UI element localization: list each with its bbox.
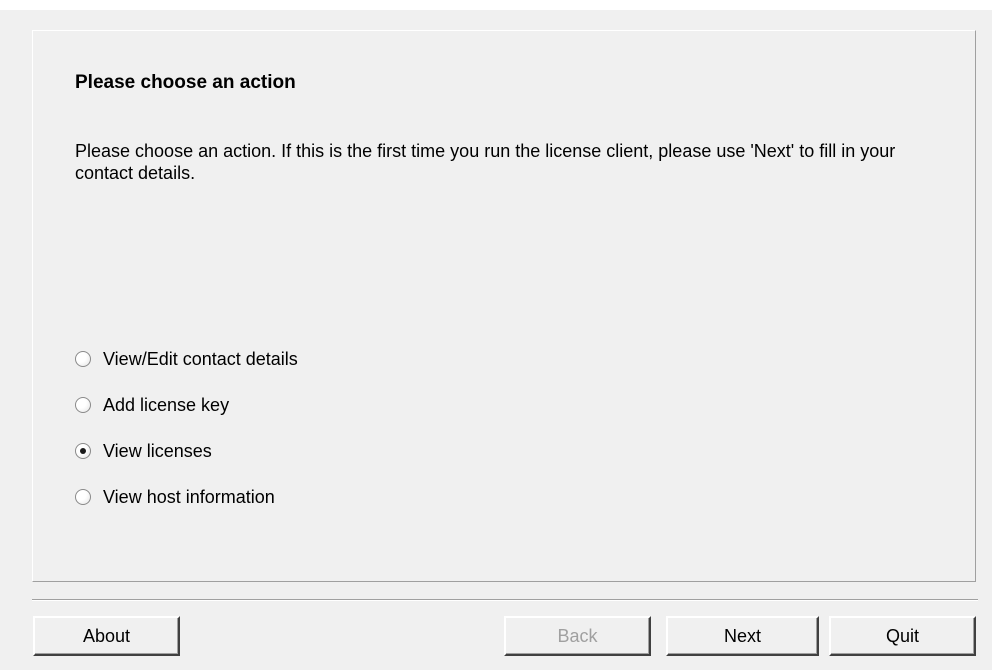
radio-button[interactable] [75, 351, 91, 367]
top-edge [0, 0, 992, 10]
option-view-licenses[interactable]: View licenses [75, 436, 298, 466]
radio-button[interactable] [75, 397, 91, 413]
quit-button[interactable]: Quit [829, 616, 976, 656]
option-label: View/Edit contact details [103, 348, 298, 369]
option-label: View host information [103, 486, 275, 507]
radio-button[interactable] [75, 443, 91, 459]
option-label: View licenses [103, 440, 212, 461]
separator-line [32, 599, 978, 601]
page-description: Please choose an action. If this is the … [75, 141, 896, 183]
action-options: View/Edit contact details Add license ke… [75, 344, 298, 528]
back-button[interactable]: Back [504, 616, 651, 656]
option-view-edit-contact-details[interactable]: View/Edit contact details [75, 344, 298, 374]
radio-button[interactable] [75, 489, 91, 505]
option-label: Add license key [103, 394, 230, 415]
option-view-host-information[interactable]: View host information [75, 482, 298, 512]
page-title: Please choose an action [75, 72, 296, 93]
about-button[interactable]: About [33, 616, 180, 656]
license-client-dialog: Please choose an action Please choose an… [0, 0, 992, 670]
option-add-license-key[interactable]: Add license key [75, 390, 298, 420]
next-button[interactable]: Next [666, 616, 819, 656]
